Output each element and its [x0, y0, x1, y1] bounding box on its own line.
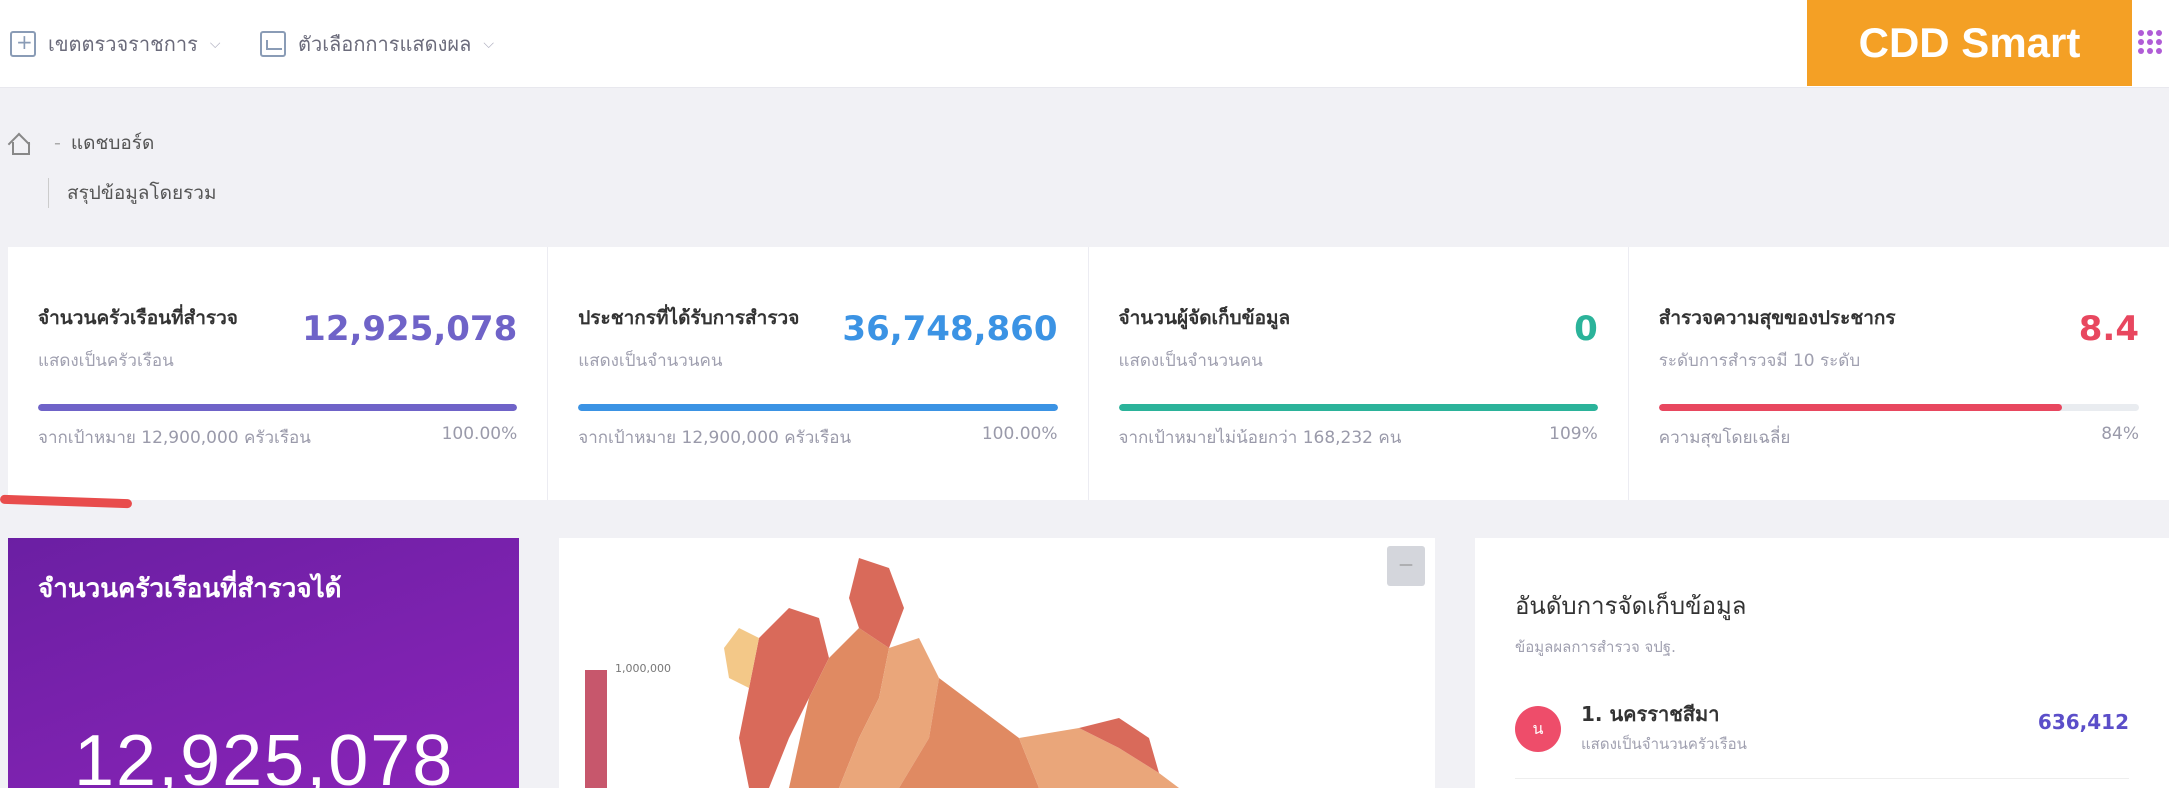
stat-percent: 109%	[1549, 424, 1598, 444]
ranking-card: อันดับการจัดเก็บข้อมูล ข้อมูลผลการสำรวจ …	[1475, 538, 2169, 788]
rank-name: 1. นครราชสีมา	[1581, 702, 1720, 726]
breadcrumb-page: แดชบอร์ด	[70, 132, 155, 154]
stat-value: 8.4	[2078, 309, 2139, 349]
stat-percent: 100.00%	[441, 424, 518, 444]
households-card: จำนวนครัวเรือนที่สำรวจได้ 12,925,078	[8, 538, 519, 788]
chart-icon	[260, 31, 286, 57]
stat-subtitle: แสดงเป็นจำนวนคน	[578, 351, 723, 371]
stat-title: สำรวจความสุขของประชากร	[1658, 307, 1896, 329]
home-icon[interactable]	[8, 133, 30, 155]
stat-happiness: สำรวจความสุขของประชากร ระดับการสำรวจมี 1…	[1629, 247, 2169, 500]
households-card-value: 12,925,078	[74, 721, 455, 788]
add-square-icon	[10, 30, 36, 57]
breadcrumb: - แดชบอร์ด	[8, 128, 154, 158]
stat-subtitle: ระดับการสำรวจมี 10 ระดับ	[1658, 351, 1861, 371]
map-card: — 1,000,000	[559, 538, 1435, 788]
chevron-down-icon: ⌵	[209, 36, 221, 52]
progress-bar	[1658, 404, 2139, 411]
stat-population: ประชากรที่ได้รับการสำรวจ แสดงเป็นจำนวนคน…	[548, 247, 1089, 500]
stat-value: 0	[1574, 309, 1598, 349]
stat-target: จากเป้าหมายไม่น้อยกว่า 168,232 คน	[1118, 428, 1402, 448]
ranking-title: อันดับการจัดเก็บข้อมูล	[1515, 592, 1747, 620]
stat-value: 36,748,860	[842, 309, 1058, 349]
stat-target: จากเป้าหมาย 12,900,000 ครัวเรือน	[38, 428, 311, 448]
list-item[interactable]: น 1. นครราชสีมา แสดงเป็นจำนวนครัวเรือน 6…	[1515, 698, 2129, 758]
stats-row: จำนวนครัวเรือนที่สำรวจ แสดงเป็นครัวเรือน…	[8, 247, 2169, 500]
display-options-label: ตัวเลือกการแสดงผล	[298, 32, 472, 56]
stat-target: ความสุขโดยเฉลี่ย	[1658, 428, 1791, 448]
rank-unit: แสดงเป็นจำนวนครัวเรือน	[1581, 735, 1747, 753]
rank-value: 636,412	[2037, 710, 2129, 734]
stat-subtitle: แสดงเป็นจำนวนคน	[1118, 351, 1263, 371]
stat-subtitle: แสดงเป็นครัวเรือน	[38, 351, 174, 371]
stat-collectors: จำนวนผู้จัดเก็บข้อมูล แสดงเป็นจำนวนคน 0 …	[1089, 247, 1629, 500]
brand-logo: CDD Smart	[1807, 0, 2132, 86]
divider	[1515, 778, 2129, 779]
top-bar: เขตตรวจราชการ ⌵ ตัวเลือกการแสดงผล ⌵ CDD …	[0, 0, 2169, 88]
stat-value: 12,925,078	[302, 309, 518, 349]
stat-percent: 84%	[2101, 424, 2139, 444]
province-map[interactable]	[559, 538, 1435, 788]
progress-bar	[1118, 404, 1598, 411]
inspection-area-label: เขตตรวจราชการ	[48, 32, 198, 56]
inspection-area-menu[interactable]: เขตตรวจราชการ ⌵	[10, 26, 220, 62]
ranking-subtitle: ข้อมูลผลการสำรวจ จปฐ.	[1515, 638, 1676, 656]
progress-bar	[38, 404, 518, 411]
progress-bar	[578, 404, 1058, 411]
households-card-title: จำนวนครัวเรือนที่สำรวจได้	[38, 574, 342, 604]
chevron-down-icon: ⌵	[483, 36, 494, 52]
stat-households: จำนวนครัวเรือนที่สำรวจ แสดงเป็นครัวเรือน…	[8, 247, 549, 500]
rank-badge: น	[1515, 706, 1561, 752]
stat-title: จำนวนผู้จัดเก็บข้อมูล	[1118, 307, 1291, 329]
stat-target: จากเป้าหมาย 12,900,000 ครัวเรือน	[578, 428, 852, 448]
apps-grid-icon[interactable]	[2138, 30, 2162, 54]
breadcrumb-separator: -	[54, 132, 61, 154]
stat-percent: 100.00%	[981, 424, 1058, 444]
page-subtitle: สรุปข้อมูลโดยรวม	[48, 178, 217, 208]
display-options-menu[interactable]: ตัวเลือกการแสดงผล ⌵	[260, 26, 494, 62]
